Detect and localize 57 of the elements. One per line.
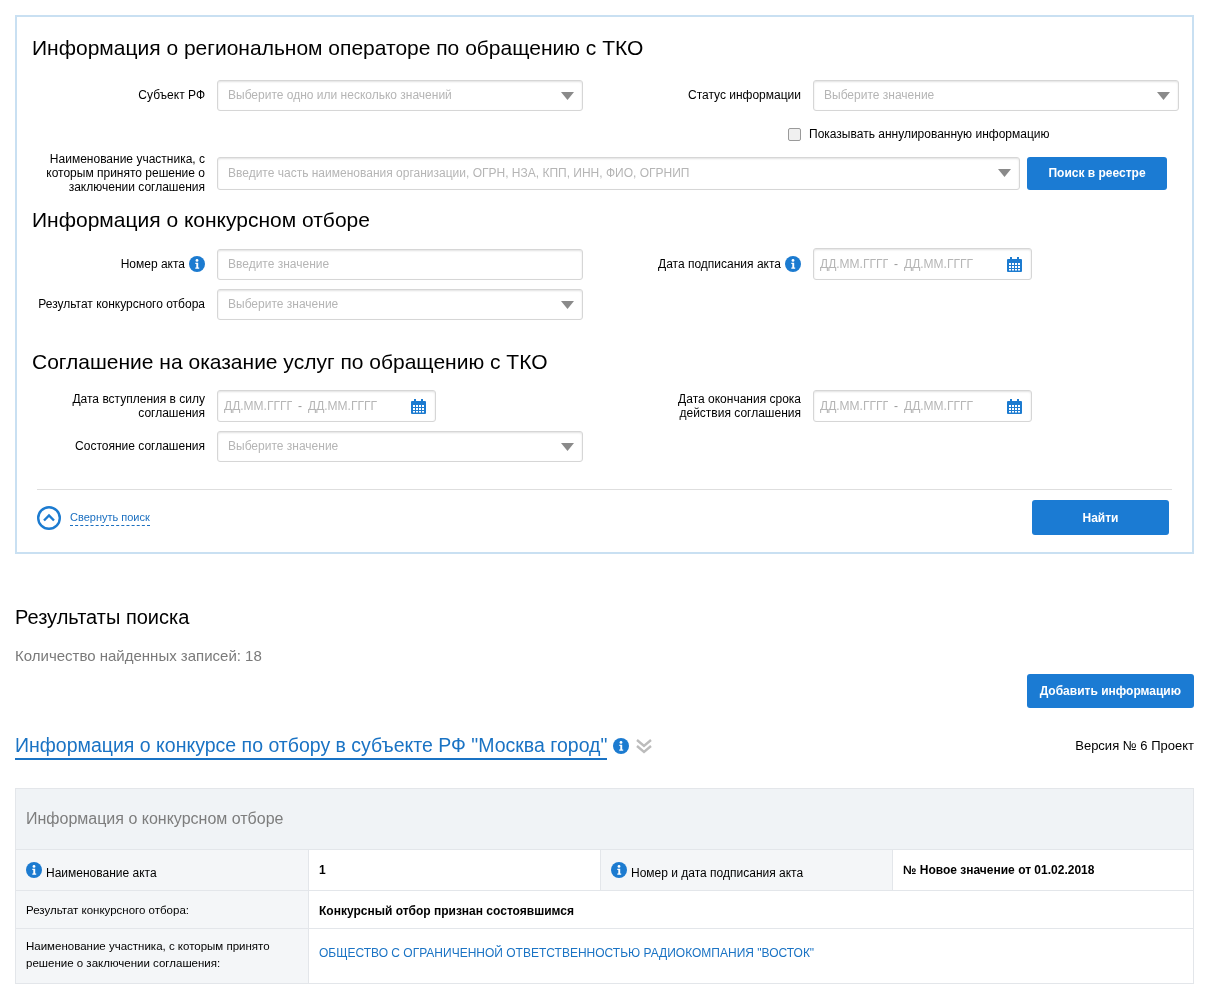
calendar-icon[interactable] — [1007, 256, 1022, 272]
field-label: Дата вступления в силу соглашения — [71, 392, 205, 420]
dropdown-field[interactable]: Выберите значение — [217, 288, 583, 320]
dropdown-field[interactable]: Выберите значение — [217, 430, 583, 462]
date-to-field[interactable]: ДД.ММ.ГГГГ — [904, 255, 976, 273]
info-icon[interactable] — [611, 861, 627, 878]
date-range-field[interactable]: ДД.ММ.ГГГГ - ДД.ММ.ГГГГ — [813, 248, 1032, 280]
collapse-search-link[interactable]: Свернуть поиск — [70, 508, 150, 527]
info-icon[interactable] — [189, 256, 205, 272]
dropdown-field[interactable]: Выберите значение — [813, 79, 1179, 111]
results-title: Результаты поиска — [15, 605, 191, 630]
checkbox[interactable] — [788, 127, 801, 141]
table-header: Информация о конкурсном отборе — [16, 788, 1193, 849]
date-from-field[interactable]: ДД.ММ.ГГГГ — [820, 397, 888, 415]
collapse-icon[interactable] — [37, 505, 61, 530]
date-from-field[interactable]: ДД.ММ.ГГГГ — [820, 255, 888, 273]
info-icon[interactable] — [613, 738, 630, 754]
search-field[interactable]: Введите часть наименования организации, ОГРН, НЗА, КПП, ИНН, ФИО, ОГРНИП — [217, 156, 1020, 190]
section-title: Соглашение на оказание услуг по обращению с ТКО — [32, 349, 549, 375]
date-range-field[interactable]: ДД.ММ.ГГГГ - ДД.ММ.ГГГГ — [217, 390, 436, 422]
label-text: Результат конкурсного отбора: — [26, 902, 189, 918]
date-range-field[interactable]: ДД.ММ.ГГГГ - ДД.ММ.ГГГГ — [813, 390, 1032, 422]
dropdown-caret-icon[interactable] — [1157, 91, 1170, 100]
label-text: Наименование акта — [46, 864, 157, 882]
record-title-link[interactable]: Информация о конкурсе по отбору в субъекте РФ "Москва город" — [15, 732, 608, 760]
version-label: Версия № 6 Проект — [1075, 737, 1194, 756]
field-label: Субъект РФ — [138, 88, 205, 102]
field-label: Номер акта — [120, 257, 185, 271]
field-label: Состояние соглашения — [75, 439, 205, 453]
dropdown-caret-icon[interactable] — [561, 442, 574, 451]
calendar-icon[interactable] — [1007, 398, 1022, 414]
date-to-field[interactable]: ДД.ММ.ГГГГ — [904, 397, 976, 415]
field-label: Дата окончания срока действия соглашения — [677, 392, 801, 420]
search-registry-button[interactable]: Поиск в реестре — [1027, 156, 1167, 190]
section-title: Информация о региональном операторе по обращению с ТКО — [32, 35, 645, 61]
field-label: Дата подписания акта — [658, 257, 781, 271]
info-icon[interactable] — [26, 861, 42, 878]
info-icon[interactable] — [785, 256, 801, 272]
date-from-field[interactable]: ДД.ММ.ГГГГ — [224, 397, 292, 415]
add-info-button[interactable]: Добавить информацию — [1026, 673, 1194, 708]
dropdown-caret-icon[interactable] — [561, 91, 574, 100]
results-count: Количество найденных записей: 18 — [15, 646, 263, 666]
checkbox-label: Показывать аннулированную информацию — [809, 126, 1050, 143]
label-text: Номер и дата подписания акта — [631, 864, 804, 882]
field-label: Результат конкурсного отбора — [38, 297, 205, 311]
section-title: Информация о конкурсном отборе — [32, 207, 371, 233]
input-field[interactable]: Введите значение — [217, 248, 583, 280]
find-button[interactable]: Найти — [1032, 500, 1169, 535]
date-to-field[interactable]: ДД.ММ.ГГГГ — [308, 397, 380, 415]
dropdown-field[interactable]: Выберите одно или несколько значений — [217, 79, 583, 111]
field-label: Наименование участника, с которым принято решение о заключении соглашения — [45, 152, 205, 194]
field-label: Статус информации — [687, 88, 801, 102]
calendar-icon[interactable] — [411, 398, 426, 414]
dropdown-caret-icon[interactable] — [998, 168, 1011, 177]
organization-link[interactable]: ОБЩЕСТВО С ОГРАНИЧЕННОЙ ОТВЕТСТВЕННОСТЬЮ РАДИОКОМПАНИЯ "ВОСТОК" — [319, 945, 815, 960]
label-text: Наименование участника, с которым принято решение о заключении соглашения: — [26, 938, 271, 971]
dropdown-caret-icon[interactable] — [561, 300, 574, 309]
